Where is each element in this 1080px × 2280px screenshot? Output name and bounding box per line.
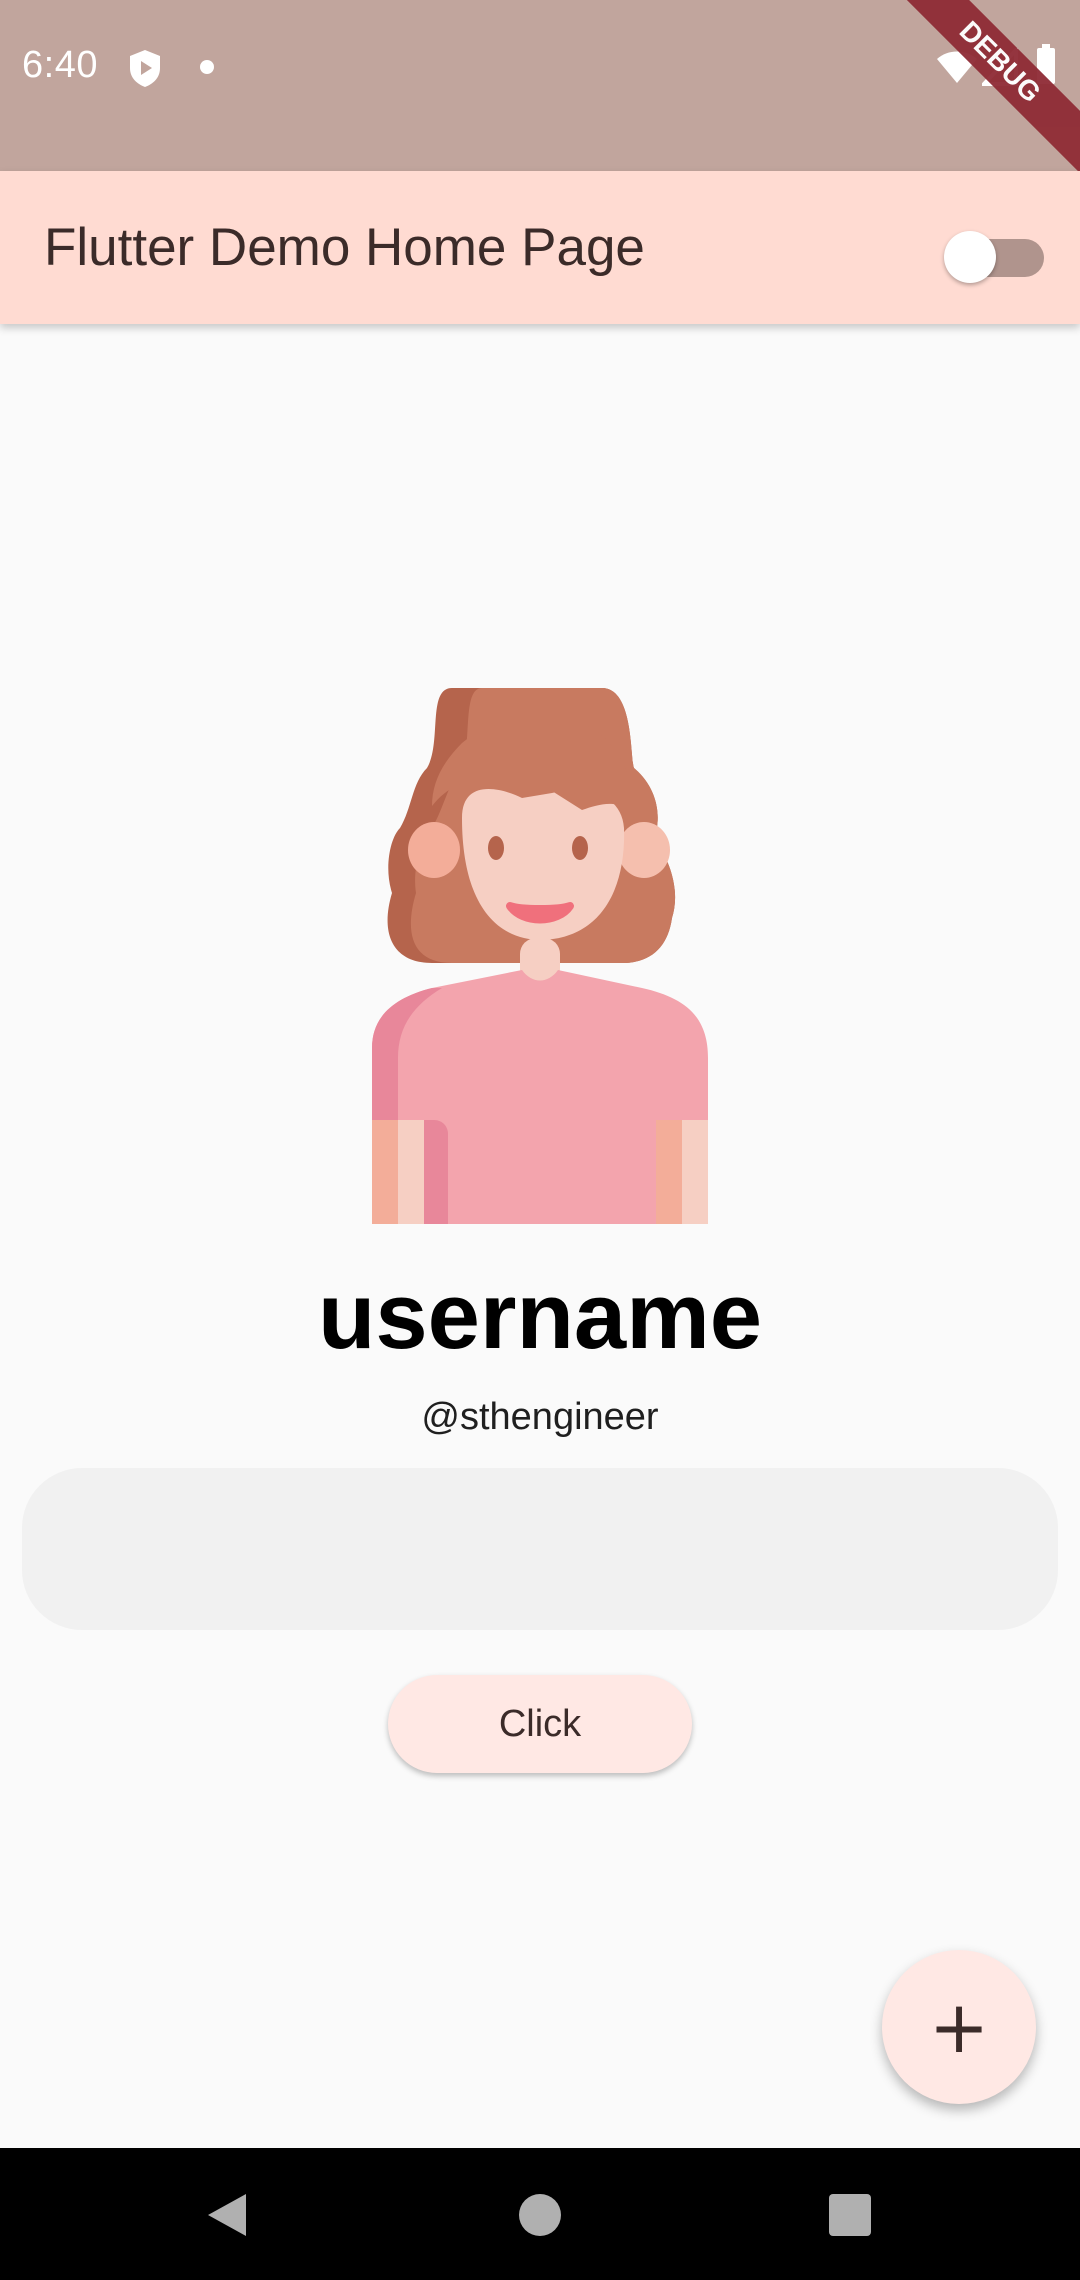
username: username <box>317 1263 763 1368</box>
click-button[interactable]: Click <box>388 1675 692 1773</box>
status-bar: 6:40 DEBUG <box>0 0 1080 171</box>
system-nav-bar <box>0 2148 1080 2280</box>
notification-dot-icon <box>200 60 214 74</box>
recents-icon[interactable] <box>829 2194 871 2236</box>
shield-icon <box>130 50 160 87</box>
text-input[interactable] <box>22 1468 1058 1630</box>
toggle-thumb <box>944 231 996 283</box>
user-handle: @sthengineer <box>421 1396 659 1438</box>
debug-banner: DEBUG <box>878 0 1080 171</box>
app-bar: Flutter Demo Home Page <box>0 171 1080 324</box>
page-title: Flutter Demo Home Page <box>44 218 645 277</box>
theme-toggle-switch[interactable] <box>944 229 1044 283</box>
status-time: 6:40 <box>22 44 98 86</box>
woman-avatar-icon <box>372 688 708 1224</box>
back-icon[interactable] <box>204 2192 250 2238</box>
add-fab-button[interactable]: + <box>882 1950 1036 2104</box>
home-icon[interactable] <box>519 2194 561 2236</box>
